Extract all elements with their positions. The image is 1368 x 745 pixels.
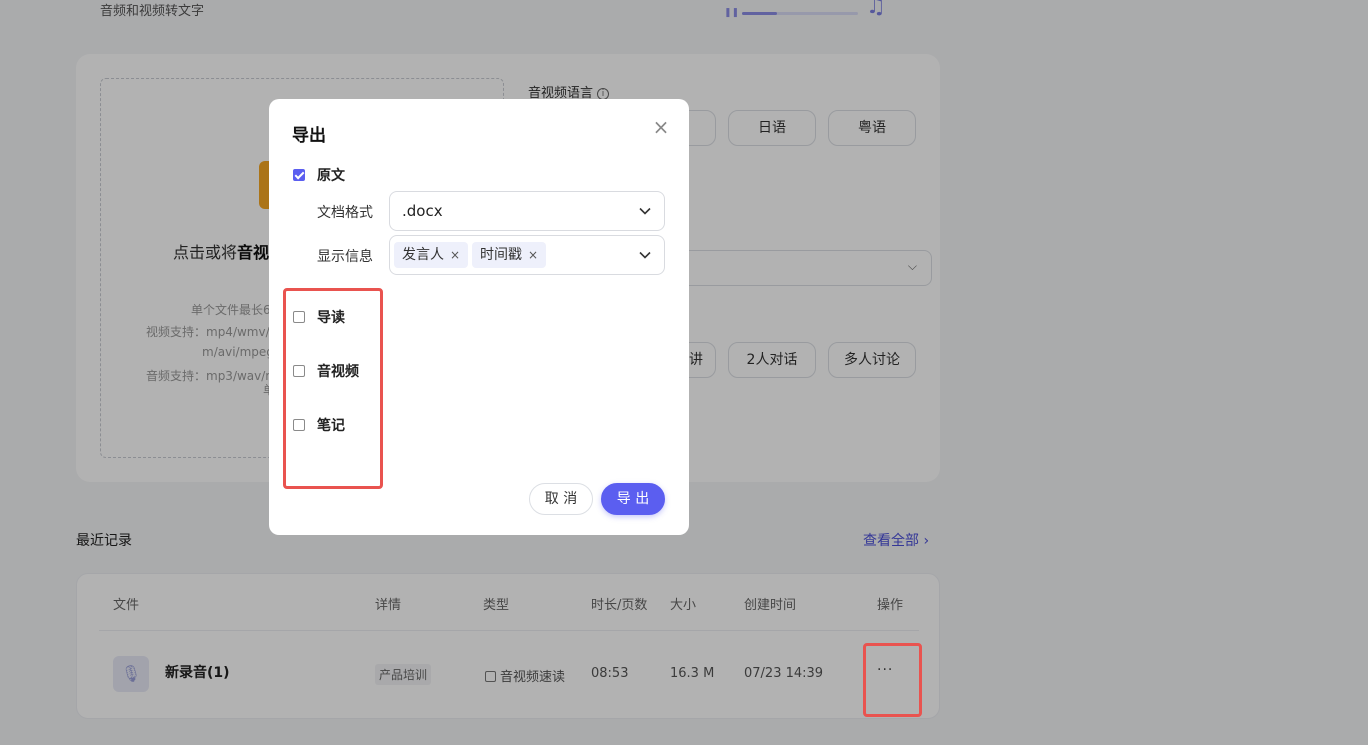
tag-speaker: 发言人 × — [394, 242, 469, 268]
checkbox-media[interactable] — [293, 365, 305, 377]
display-info-select[interactable]: 发言人 × 时间戳 × — [389, 235, 665, 275]
checkbox-notes[interactable] — [293, 419, 305, 431]
format-label: 文档格式 — [317, 205, 373, 221]
display-info-label: 显示信息 — [317, 249, 373, 265]
chevron-down-icon — [639, 251, 651, 259]
option-original[interactable]: 原文 — [293, 165, 345, 185]
format-value: .docx — [402, 202, 443, 220]
export-button[interactable]: 导 出 — [601, 483, 665, 515]
export-dialog: 导出 × 原文 文档格式 .docx 显示信息 发言人 × 时间戳 × 导读 音视频… — [269, 99, 689, 535]
close-icon[interactable]: × — [650, 117, 672, 139]
option-media[interactable]: 音视频 — [293, 361, 359, 381]
checkbox-guide[interactable] — [293, 311, 305, 323]
checkbox-original[interactable] — [293, 169, 305, 181]
option-notes[interactable]: 笔记 — [293, 415, 345, 435]
chevron-down-icon — [639, 207, 651, 215]
format-select[interactable]: .docx — [389, 191, 665, 231]
remove-tag-icon[interactable]: × — [528, 248, 538, 262]
dialog-title: 导出 — [292, 126, 326, 146]
remove-tag-icon[interactable]: × — [450, 248, 460, 262]
option-guide[interactable]: 导读 — [293, 307, 345, 327]
cancel-button[interactable]: 取 消 — [529, 483, 593, 515]
tag-timestamp: 时间戳 × — [472, 242, 547, 268]
